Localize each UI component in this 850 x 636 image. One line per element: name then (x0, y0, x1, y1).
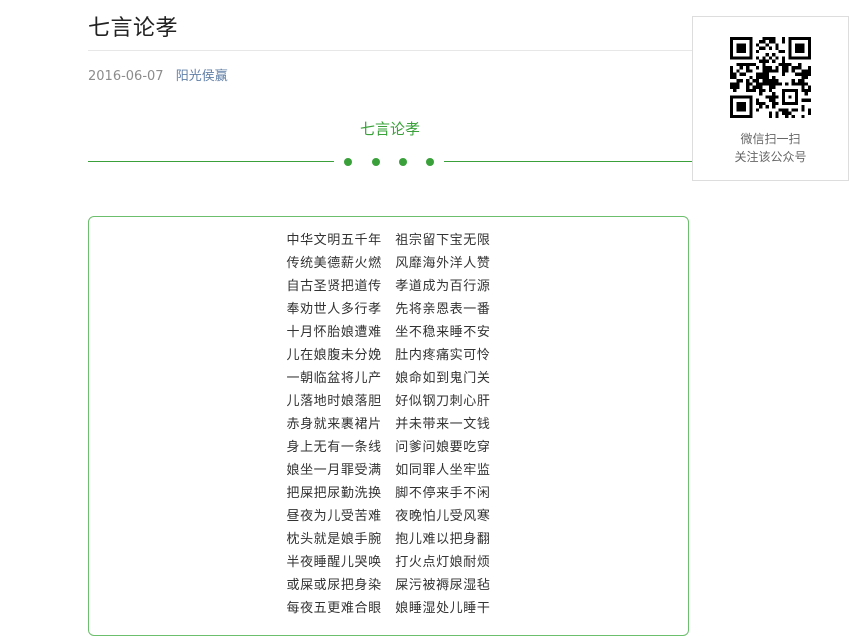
poem-line: 奉劝世人多行孝 先将亲恩表一番 (286, 302, 491, 317)
article-title: 七言论孝 (88, 16, 179, 41)
poem-lines: 中华文明五千年 祖宗留下宝无限 传统美德薪火燃 风靡海外洋人赞 自古圣贤把道传 … (89, 229, 688, 620)
divider-line-left (88, 161, 334, 162)
title-divider (88, 50, 692, 51)
qr-caption-scan: 微信扫一扫 (740, 132, 801, 146)
poem-line: 赤身就来裹裙片 并未带来一文钱 (286, 417, 491, 432)
divider-dot (344, 158, 352, 166)
qr-code-icon (730, 37, 811, 118)
poem-line: 或屎或尿把身染 屎污被褥尿湿毡 (286, 578, 491, 593)
poem-line: 半夜睡醒儿哭唤 打火点灯娘耐烦 (286, 555, 491, 570)
poem-line: 娘坐一月罪受满 如同罪人坐牢监 (286, 463, 491, 478)
poem-line: 枕头就是娘手腕 抱儿难以把身翻 (286, 532, 491, 547)
divider-dot (372, 158, 380, 166)
poem-line: 儿在娘腹未分娩 肚内疼痛实可怜 (286, 348, 491, 363)
poem-line: 一朝临盆将儿产 娘命如到鬼门关 (286, 371, 491, 386)
poem-line: 十月怀胎娘遭难 坐不稳来睡不安 (286, 325, 491, 340)
poem-line: 中华文明五千年 祖宗留下宝无限 (286, 233, 491, 248)
divider-line-right (444, 161, 692, 162)
poem-line: 自古圣贤把道传 孝道成为百行源 (286, 279, 491, 294)
decorative-divider (88, 155, 692, 169)
author-link[interactable]: 阳光侯赢 (176, 69, 228, 84)
qr-panel: 微信扫一扫 关注该公众号 (692, 16, 849, 181)
section-heading: 七言论孝 (359, 120, 420, 138)
qr-caption-follow: 关注该公众号 (734, 150, 807, 164)
poem-line: 儿落地时娘落胆 好似钢刀刺心肝 (286, 394, 491, 409)
poem-line: 每夜五更难合眼 娘睡湿处儿睡干 (286, 601, 491, 616)
publish-date: 2016-06-07 (88, 69, 164, 84)
poem-line: 昼夜为儿受苦难 夜晚怕儿受风寒 (286, 509, 491, 524)
poem-line: 传统美德薪火燃 风靡海外洋人赞 (286, 256, 491, 271)
divider-dot (426, 158, 434, 166)
article-meta: 2016-06-07 阳光侯赢 (88, 65, 228, 84)
poem-line: 身上无有一条线 问爹问娘要吃穿 (286, 440, 491, 455)
poem-line: 把屎把尿勤洗换 脚不停来手不闲 (286, 486, 491, 501)
poem-box: 中华文明五千年 祖宗留下宝无限 传统美德薪火燃 风靡海外洋人赞 自古圣贤把道传 … (88, 216, 689, 636)
divider-dot (399, 158, 407, 166)
